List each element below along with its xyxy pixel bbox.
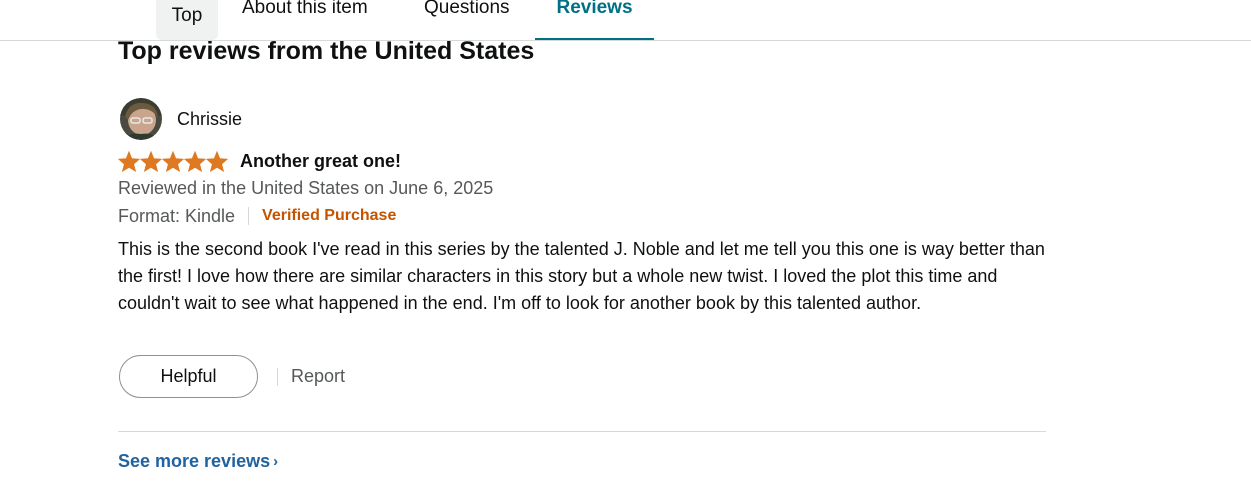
format-row: Format: Kindle Verified Purchase	[118, 205, 396, 227]
review-format[interactable]: Format: Kindle	[118, 205, 235, 227]
divider	[248, 207, 250, 225]
see-more-label: See more reviews	[118, 451, 271, 471]
tab-questions[interactable]: Questions	[424, 0, 510, 38]
see-more-reviews-link[interactable]: See more reviews ›	[118, 451, 278, 472]
chevron-right-icon: ›	[273, 453, 279, 470]
tab-about-this-item[interactable]: About this item	[242, 0, 368, 38]
star-icon	[184, 150, 206, 172]
star-icon	[118, 150, 140, 172]
active-tab-indicator	[535, 38, 654, 40]
user-avatar-icon[interactable]	[119, 98, 163, 140]
review-date: Reviewed in the United States on June 6,…	[118, 178, 494, 198]
rating-title-row: Another great one!	[118, 148, 401, 174]
star-icon	[162, 150, 184, 172]
section-heading: Top reviews from the United States	[118, 37, 535, 65]
section-divider	[118, 431, 1046, 432]
tab-top[interactable]: Top	[156, 0, 218, 40]
report-link[interactable]: Report	[291, 366, 345, 387]
verified-purchase-badge: Verified Purchase	[262, 207, 397, 224]
divider	[277, 367, 278, 386]
star-icon	[206, 150, 228, 172]
reviewer-name: Chrissie	[177, 108, 243, 129]
star-rating[interactable]	[118, 150, 228, 172]
review-actions: Helpful Report	[119, 355, 345, 398]
reviewer-profile[interactable]: Chrissie	[119, 98, 242, 140]
review-title[interactable]: Another great one!	[240, 151, 401, 172]
tab-reviews[interactable]: Reviews	[535, 0, 654, 38]
section-tab-bar: Top About this item Questions Reviews	[0, 0, 1251, 41]
helpful-button[interactable]: Helpful	[119, 355, 258, 398]
star-icon	[140, 150, 162, 172]
review-body: This is the second book I've read in thi…	[118, 239, 1045, 314]
